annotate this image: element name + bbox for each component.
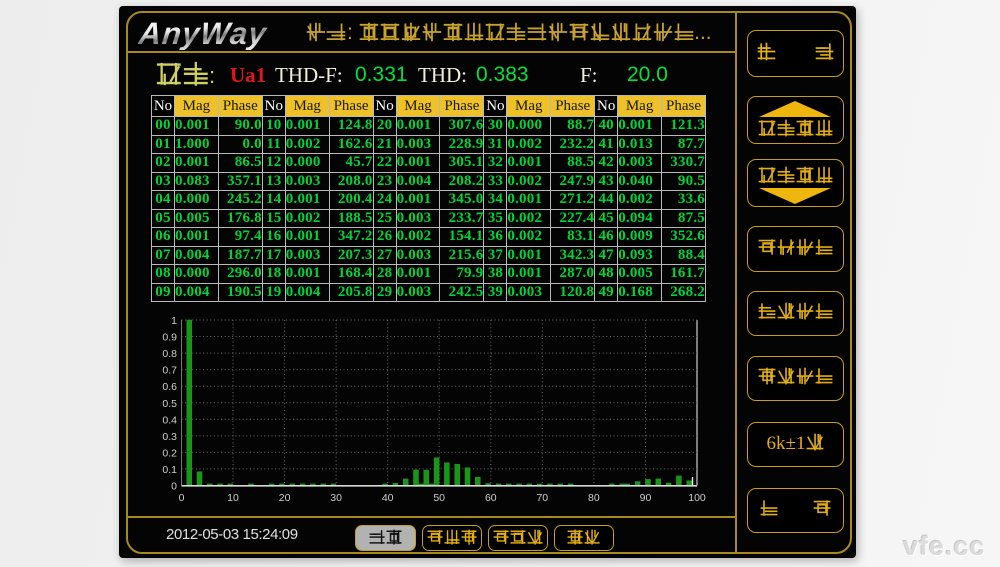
- svg-text:0.6: 0.6: [162, 381, 177, 393]
- svg-text:0.2: 0.2: [162, 447, 177, 459]
- svg-text:100: 100: [688, 492, 706, 504]
- svg-text:1: 1: [171, 315, 177, 327]
- svg-text:20: 20: [279, 492, 291, 504]
- svg-text:0.4: 0.4: [162, 414, 177, 426]
- svg-text:0.1: 0.1: [162, 464, 177, 476]
- svg-text:0.3: 0.3: [162, 431, 177, 443]
- svg-text:40: 40: [382, 492, 394, 504]
- svg-text:0.8: 0.8: [162, 348, 177, 360]
- svg-text:0.7: 0.7: [162, 365, 177, 377]
- svg-text:0.9: 0.9: [162, 332, 177, 344]
- svg-text:50: 50: [433, 492, 445, 504]
- svg-text:70: 70: [536, 492, 548, 504]
- svg-text:80: 80: [588, 492, 600, 504]
- svg-text:60: 60: [485, 492, 497, 504]
- svg-text:90: 90: [640, 492, 652, 504]
- svg-text:30: 30: [330, 492, 342, 504]
- svg-text:0.5: 0.5: [162, 398, 177, 410]
- svg-text:0: 0: [171, 481, 177, 493]
- svg-text:0: 0: [179, 492, 185, 504]
- svg-text:10: 10: [227, 492, 239, 504]
